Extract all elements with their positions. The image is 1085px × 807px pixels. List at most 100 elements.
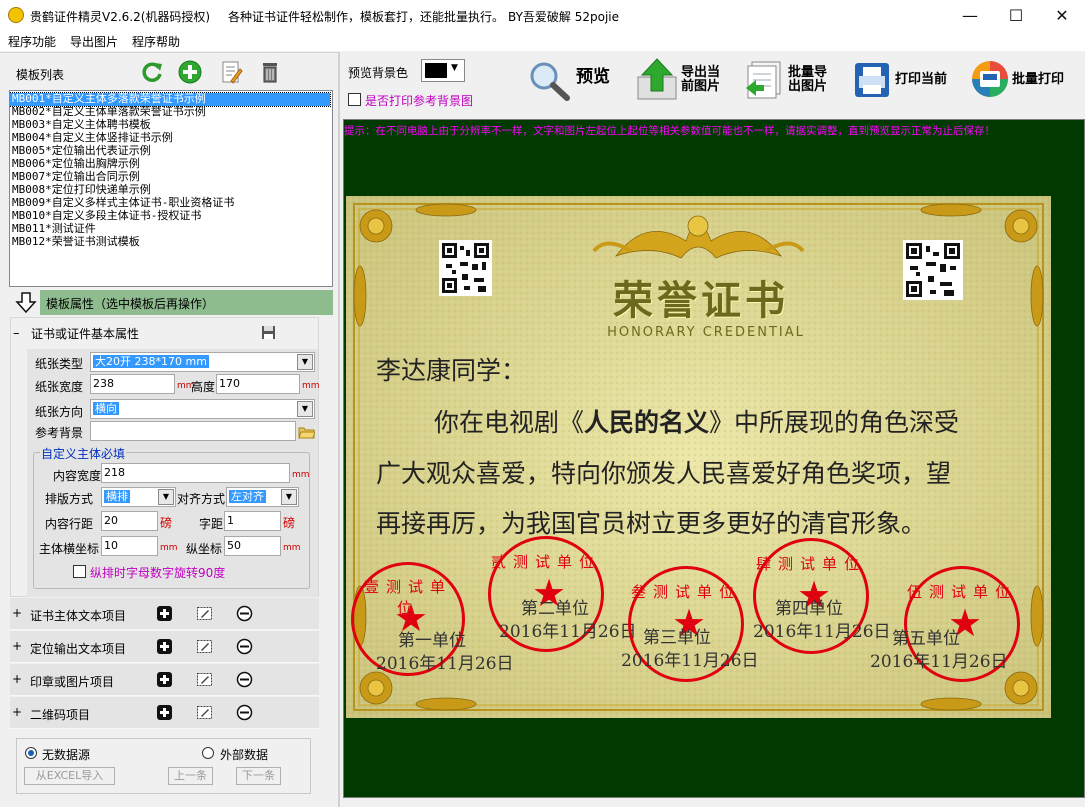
edit-item-icon[interactable]	[196, 605, 213, 622]
arrow-down-icon	[15, 292, 37, 313]
save-icon[interactable]	[261, 325, 276, 340]
x-coord-input[interactable]: 10	[101, 536, 158, 556]
next-button[interactable]: 下一条	[236, 767, 281, 785]
batch-export-icon[interactable]	[744, 60, 786, 100]
orientation-label: 纸张方向	[35, 405, 84, 419]
unit-mm: mm	[292, 470, 310, 480]
paper-height-label: 高度	[191, 380, 216, 394]
layout-select[interactable]: 横排 ▼	[101, 487, 176, 507]
folder-icon[interactable]	[298, 425, 315, 439]
template-list[interactable]: MB001*自定义主体多落款荣誉证书示例 MB002*自定义主体单落款荣誉证书示例…	[9, 90, 333, 287]
section-seal-image-label: 印章或图片项目	[30, 675, 115, 689]
paper-width-input[interactable]: 238	[90, 374, 175, 394]
edit-icon[interactable]	[219, 60, 243, 84]
template-list-item[interactable]: MB012*荣誉证书测试模板	[10, 235, 332, 249]
batch-export-label-2[interactable]: 出图片	[788, 80, 827, 94]
unit-name: 第三单位	[643, 628, 711, 648]
certificate-title: 荣誉证书	[613, 277, 789, 324]
import-excel-button[interactable]: 从EXCEL导入	[24, 767, 115, 785]
batch-print-icon[interactable]	[970, 58, 1010, 100]
export-current-label-1[interactable]: 导出当	[681, 66, 720, 80]
prev-button[interactable]: 上一条	[168, 767, 213, 785]
batch-export-label-1[interactable]: 批量导	[788, 66, 827, 80]
align-value: 左对齐	[229, 490, 266, 503]
seal-text: 伍测试单位	[907, 582, 1018, 601]
menu-bar: 程序功能 导出图片 程序帮助	[0, 31, 1085, 51]
unit-mm: mm	[283, 543, 301, 553]
window-subtitle: 各种证书证件轻松制作，模板套打，还能批量执行。	[228, 10, 505, 24]
preview-button[interactable]: 预览	[576, 69, 610, 86]
collapse-toggle[interactable]: –	[13, 326, 20, 341]
edit-item-icon[interactable]	[196, 638, 213, 655]
radio-no-data[interactable]	[25, 747, 37, 759]
unit-date: 2016年11月26日	[753, 622, 891, 642]
export-image-icon[interactable]	[636, 57, 678, 101]
add-icon[interactable]	[178, 60, 202, 84]
expand-icon: +	[12, 606, 23, 620]
menu-help[interactable]: 程序帮助	[132, 33, 180, 50]
add-item-icon[interactable]	[156, 605, 173, 622]
line-spacing-input[interactable]: 20	[101, 511, 158, 531]
remove-item-icon[interactable]	[236, 704, 253, 721]
orientation-select[interactable]: 横向 ▼	[90, 399, 315, 419]
unit-date: 2016年11月26日	[499, 622, 637, 642]
menu-program[interactable]: 程序功能	[8, 33, 56, 50]
seal-text: 肆测试单位	[756, 554, 867, 573]
remove-item-icon[interactable]	[236, 638, 253, 655]
radio-external[interactable]	[202, 747, 214, 759]
unit-date: 2016年11月26日	[621, 651, 759, 671]
refresh-icon[interactable]	[140, 60, 164, 84]
app-icon	[8, 7, 24, 23]
unit-pound: 磅	[283, 516, 296, 530]
seal-text: 壹测试单位	[363, 578, 452, 618]
align-label: 对齐方式	[177, 492, 226, 506]
add-item-icon[interactable]	[156, 638, 173, 655]
print-ref-bg-checkbox[interactable]	[348, 93, 361, 106]
export-current-label-2[interactable]: 前图片	[681, 80, 720, 94]
paper-type-select[interactable]: 大20开 238*170 mm ▼	[90, 352, 315, 372]
print-current-button[interactable]: 打印当前	[895, 73, 947, 87]
qr-code-right	[903, 240, 963, 300]
expand-icon: +	[12, 639, 23, 653]
unit-pound: 磅	[160, 516, 173, 530]
remove-item-icon[interactable]	[236, 605, 253, 622]
add-item-icon[interactable]	[156, 671, 173, 688]
unit-name: 第五单位	[892, 629, 960, 649]
maximize-button[interactable]: ☐	[993, 0, 1039, 31]
remove-item-icon[interactable]	[236, 671, 253, 688]
align-select[interactable]: 左对齐 ▼	[226, 487, 299, 507]
edit-item-icon[interactable]	[196, 704, 213, 721]
bg-color-picker[interactable]: ▼	[421, 59, 465, 82]
magnifier-icon[interactable]	[527, 59, 571, 101]
menu-export[interactable]: 导出图片	[70, 33, 118, 50]
attr-header-label: 模板属性（选中模板后再操作）	[46, 297, 215, 311]
add-item-icon[interactable]	[156, 704, 173, 721]
y-coord-input[interactable]: 50	[224, 536, 281, 556]
paragraph-line-1: 你在电视剧《人民的名义》中所展现的角色深受	[434, 403, 959, 439]
unit-mm: mm	[160, 543, 178, 553]
unit-name: 第四单位	[775, 599, 843, 619]
attr-header: 模板属性（选中模板后再操作）	[10, 290, 333, 315]
paragraph-line-2: 广大观众喜爱，特向你颁发人民喜爱好角色奖项，望	[376, 459, 952, 488]
drama-title: 人民的名义	[584, 408, 710, 437]
content-width-label: 内容宽度	[53, 469, 102, 483]
edit-item-icon[interactable]	[196, 671, 213, 688]
ref-bg-input[interactable]	[90, 421, 296, 441]
radio-external-label: 外部数据	[220, 748, 269, 762]
layout-value: 横排	[104, 490, 130, 503]
minimize-button[interactable]: —	[947, 0, 993, 31]
paper-width-label: 纸张宽度	[35, 380, 84, 394]
unit-date: 2016年11月26日	[376, 654, 514, 674]
paper-type-value: 大20开 238*170 mm	[93, 355, 209, 368]
basic-section-label: 证书或证件基本属性	[31, 327, 140, 341]
delete-icon[interactable]	[258, 60, 282, 84]
close-button[interactable]: ✕	[1039, 0, 1085, 31]
printer-icon[interactable]	[853, 61, 891, 99]
paper-height-input[interactable]: 170	[216, 374, 300, 394]
radio-no-data-label: 无数据源	[42, 748, 91, 762]
rotate-checkbox[interactable]	[73, 565, 86, 578]
char-spacing-input[interactable]: 1	[224, 511, 281, 531]
content-width-input[interactable]: 218	[101, 463, 290, 483]
batch-print-button[interactable]: 批量打印	[1012, 73, 1064, 87]
window-credit: BY吾爱破解 52pojie	[508, 10, 620, 24]
